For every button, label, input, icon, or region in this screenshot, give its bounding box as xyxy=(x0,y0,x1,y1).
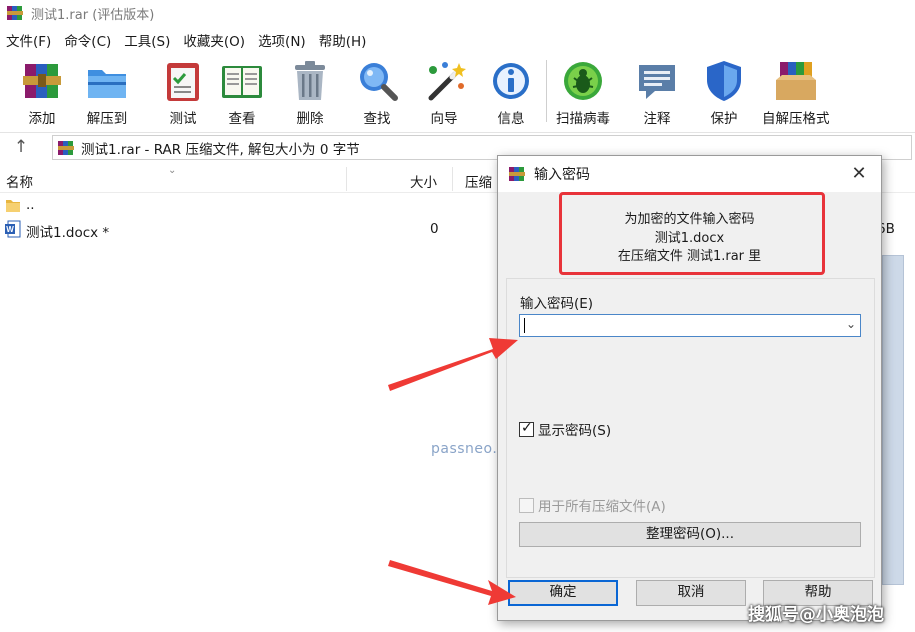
book-view-icon xyxy=(219,58,265,104)
find-label: 查找 xyxy=(363,111,391,127)
show-password-label: 显示密码(S) xyxy=(538,423,612,439)
folder-extract-icon xyxy=(84,58,130,104)
bottom-watermark: 搜狐号@小奥泡泡 xyxy=(748,605,884,625)
password-dialog: 输入密码 ✕ 为加密的文件输入密码 测试1.docx 在压缩文件 测试1.rar… xyxy=(497,155,882,621)
protect-label: 保护 xyxy=(710,111,738,127)
test-label: 测试 xyxy=(169,111,197,127)
chevron-down-icon[interactable]: ⌄ xyxy=(846,317,856,331)
background-pane xyxy=(882,255,904,585)
word-document-icon: W xyxy=(5,220,21,238)
view-button[interactable]: 查看 xyxy=(219,56,265,128)
ok-button[interactable]: 确定 xyxy=(508,580,618,606)
column-name[interactable]: 名称 xyxy=(6,171,33,191)
scan-virus-button[interactable]: 扫描病毒 xyxy=(556,56,610,128)
add-label: 添加 xyxy=(28,111,56,127)
winrar-dialog-icon xyxy=(508,165,526,183)
menu-file[interactable]: 文件(F) xyxy=(0,30,58,50)
highlight-box xyxy=(559,192,825,275)
list-item-name: 测试1.docx * xyxy=(26,225,110,241)
view-label: 查看 xyxy=(228,111,256,127)
toolbar-separator xyxy=(546,60,547,122)
dialog-title-bar: 输入密码 xyxy=(498,156,881,192)
add-button[interactable]: 添加 xyxy=(19,56,65,128)
column-divider[interactable] xyxy=(346,167,347,191)
use-for-all-checkbox[interactable] xyxy=(519,497,534,513)
info-label: 信息 xyxy=(497,111,525,127)
menu-help[interactable]: 帮助(H) xyxy=(313,30,374,50)
list-item-name: .. xyxy=(26,197,35,213)
menu-tools[interactable]: 工具(S) xyxy=(118,30,177,50)
magnifier-icon xyxy=(354,58,400,104)
organize-passwords-button[interactable]: 整理密码(O)... xyxy=(519,522,861,547)
delete-label: 删除 xyxy=(296,111,324,127)
menu-command[interactable]: 命令(C) xyxy=(58,30,118,50)
toolbar: 添加 解压到 测试 查看 删除 查找 向导 信息 扫描病毒 注释 保护 自解压格… xyxy=(0,54,915,130)
password-group: 输入密码(E) ⌄ 显示密码(S) 用于所有压缩文件(A) 整理密码(O)... xyxy=(506,278,875,578)
bug-scan-icon xyxy=(560,58,606,104)
comment-label: 注释 xyxy=(643,111,671,127)
shield-icon xyxy=(701,58,747,104)
protect-button[interactable]: 保护 xyxy=(701,56,747,128)
archive-add-icon xyxy=(19,58,65,104)
info-icon xyxy=(488,58,534,104)
trash-icon xyxy=(287,58,333,104)
up-arrow-icon[interactable]: ↑ xyxy=(8,137,34,157)
list-item-size: 0 xyxy=(430,221,439,237)
folder-up-icon xyxy=(5,196,21,214)
info-button[interactable]: 信息 xyxy=(488,56,534,128)
use-for-all-option[interactable]: 用于所有压缩文件(A) xyxy=(519,495,666,515)
title-bar: 测试1.rar (评估版本) xyxy=(0,0,915,26)
extract-to-button[interactable]: 解压到 xyxy=(84,56,130,128)
sfx-button[interactable]: 自解压格式 xyxy=(762,56,830,128)
show-password-option[interactable]: 显示密码(S) xyxy=(519,419,611,439)
dialog-title: 输入密码 xyxy=(534,167,590,183)
address-text: 测试1.rar - RAR 压缩文件, 解包大小为 0 字节 xyxy=(81,141,360,158)
scan-virus-label: 扫描病毒 xyxy=(556,111,610,127)
use-for-all-label: 用于所有压缩文件(A) xyxy=(538,499,666,515)
password-input[interactable]: ⌄ xyxy=(519,314,861,337)
window-title: 测试1.rar (评估版本) xyxy=(31,7,155,23)
comment-button[interactable]: 注释 xyxy=(634,56,680,128)
sfx-label: 自解压格式 xyxy=(762,111,830,127)
winrar-app-icon xyxy=(6,4,24,22)
column-divider[interactable] xyxy=(452,167,453,191)
menu-favorites[interactable]: 收藏夹(O) xyxy=(177,30,252,50)
magic-wand-icon xyxy=(421,58,467,104)
sort-caret-icon: ⌄ xyxy=(168,165,177,176)
close-icon[interactable]: ✕ xyxy=(846,162,872,186)
wizard-button[interactable]: 向导 xyxy=(421,56,467,128)
show-password-checkbox[interactable] xyxy=(519,420,534,437)
svg-text:W: W xyxy=(6,225,14,234)
text-caret xyxy=(524,318,525,333)
comment-icon xyxy=(634,58,680,104)
rar-archive-icon xyxy=(57,139,75,157)
sfx-box-icon xyxy=(773,58,819,104)
test-button[interactable]: 测试 xyxy=(160,56,206,128)
wizard-label: 向导 xyxy=(430,111,458,127)
clipboard-check-icon xyxy=(160,58,206,104)
menu-bar: 文件(F) 命令(C) 工具(S) 收藏夹(O) 选项(N) 帮助(H) xyxy=(0,28,373,52)
delete-button[interactable]: 删除 xyxy=(287,56,333,128)
menu-options[interactable]: 选项(N) xyxy=(252,30,313,50)
column-size[interactable]: 大小 xyxy=(410,171,437,191)
find-button[interactable]: 查找 xyxy=(354,56,400,128)
password-label: 输入密码(E) xyxy=(520,296,594,312)
winrar-window: 测试1.rar (评估版本) 文件(F) 命令(C) 工具(S) 收藏夹(O) … xyxy=(0,0,915,632)
column-packed[interactable]: 压缩 xyxy=(465,171,492,191)
cancel-button[interactable]: 取消 xyxy=(636,580,746,606)
extract-to-label: 解压到 xyxy=(86,111,128,127)
